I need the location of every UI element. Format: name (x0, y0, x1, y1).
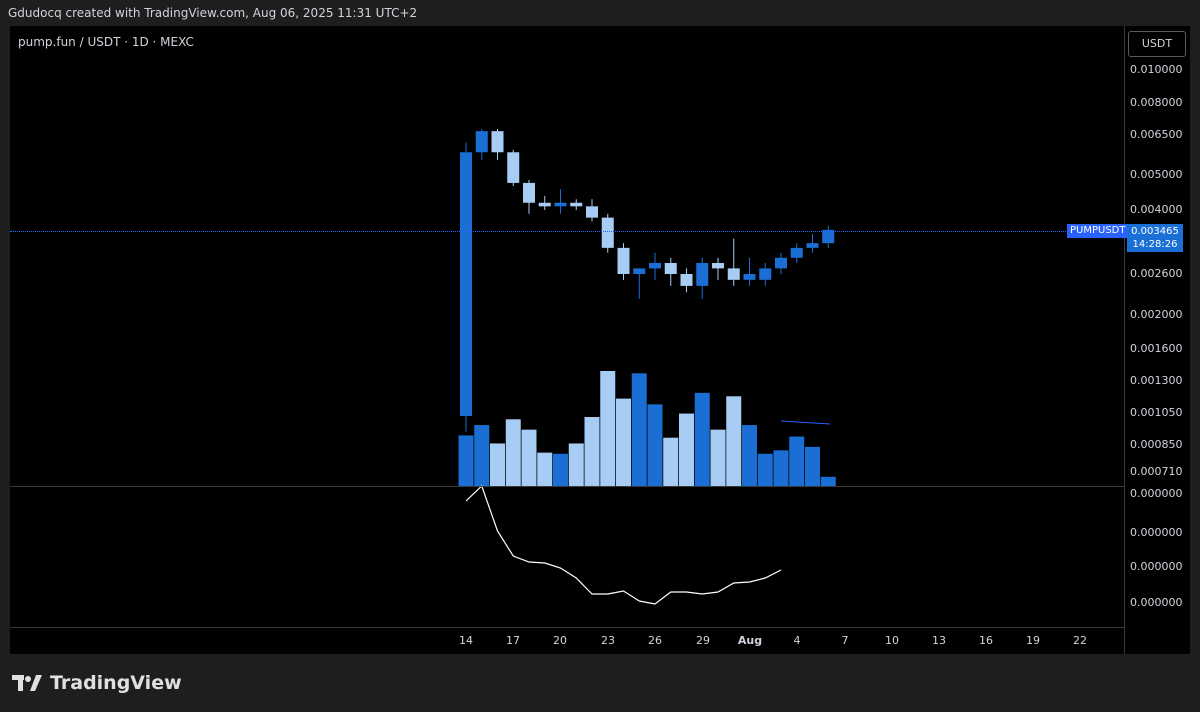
candle-body (633, 268, 646, 274)
volume-bar (458, 435, 474, 486)
tradingview-logo-icon (12, 675, 42, 691)
volume-bar (537, 452, 553, 486)
candle-body (617, 247, 630, 274)
price-tick-label: 0.004000 (1130, 203, 1183, 216)
last-price-value: 0.003465 (1131, 226, 1179, 237)
tradingview-logo[interactable]: TradingView (12, 672, 182, 694)
candle-body (712, 262, 724, 269)
volume-bar (820, 476, 836, 486)
time-tick-label: 20 (553, 634, 567, 647)
price-tick-label: 0.002600 (1130, 267, 1183, 280)
candle-body (806, 243, 819, 248)
time-tick-label: 14 (459, 634, 473, 647)
volume-bar (773, 450, 789, 486)
oscillator-tick-label: 0.000000 (1130, 487, 1183, 500)
time-tick-label: 17 (506, 634, 520, 647)
price-tick-label: 0.000710 (1130, 465, 1183, 478)
candle-body (601, 217, 614, 248)
last-price-line (10, 231, 1124, 232)
price-tick-label: 0.005000 (1130, 168, 1183, 181)
price-tick-label: 0.001600 (1130, 342, 1183, 355)
time-tick-label: 19 (1026, 634, 1040, 647)
candle-body (507, 152, 520, 183)
time-tick-label: 7 (841, 634, 849, 647)
price-tick-label: 0.002000 (1130, 308, 1183, 321)
time-tick-label: 13 (932, 634, 946, 647)
price-tick-label: 0.008000 (1130, 96, 1183, 109)
tradingview-wordmark: TradingView (50, 672, 182, 694)
volume-bar (553, 453, 568, 486)
currency-button[interactable]: USDT (1128, 31, 1186, 57)
price-tick-label: 0.006500 (1130, 128, 1183, 141)
candle-body (586, 206, 598, 218)
candle-body (680, 274, 693, 286)
volume-ma-line (780, 420, 831, 425)
candle-body (570, 202, 583, 207)
oscillator-tick-label: 0.000000 (1130, 560, 1183, 573)
candle-body (664, 262, 677, 274)
volume-bar (568, 443, 584, 486)
time-tick-label: 23 (601, 634, 615, 647)
candle-body (727, 268, 740, 280)
candle-body (460, 152, 472, 416)
price-axis-divider (1124, 26, 1125, 654)
candle-body (523, 182, 535, 203)
volume-bar (742, 425, 757, 486)
price-tick-label: 0.010000 (1130, 63, 1183, 76)
volume-bar (694, 392, 710, 486)
volume-bar (505, 419, 521, 486)
candle-body (696, 262, 709, 286)
chart-canvas[interactable] (10, 26, 1124, 654)
candle-body (475, 131, 488, 153)
candle-body (538, 202, 551, 207)
volume-bar (600, 371, 616, 486)
candle-body (743, 274, 756, 280)
symbol-label[interactable]: pump.fun / USDT · 1D · MEXC (18, 35, 194, 49)
volume-bar (789, 436, 805, 486)
price-tick-label: 0.000850 (1130, 438, 1183, 451)
symbol-price-tag: PUMPUSDT (1067, 224, 1129, 238)
time-tick-label: 29 (696, 634, 710, 647)
volume-bar (631, 373, 647, 486)
time-tick-label: 22 (1073, 634, 1087, 647)
volume-bar (726, 396, 742, 486)
oscillator-tick-label: 0.000000 (1130, 596, 1183, 609)
time-tick-label: Aug (737, 634, 763, 647)
volume-bar (663, 437, 679, 486)
oscillator-line (465, 484, 782, 605)
candle-body (554, 202, 567, 207)
volume-bar (710, 429, 726, 486)
volume-bar (616, 398, 631, 486)
volume-bar (805, 446, 820, 486)
volume-bar (521, 429, 537, 486)
volume-bar (474, 425, 490, 486)
chart-area[interactable]: pump.fun / USDT · 1D · MEXC USDT 0.01000… (10, 26, 1190, 654)
candle-body (759, 268, 772, 280)
candle-body (775, 257, 787, 269)
last-price-tag: 0.003465 14:28:26 (1127, 224, 1183, 252)
price-tick-label: 0.001050 (1130, 406, 1183, 419)
volume-bar (647, 404, 663, 486)
time-axis-divider (10, 627, 1124, 628)
time-tick-label: 16 (979, 634, 993, 647)
time-tick-label: 26 (648, 634, 662, 647)
pane-divider[interactable] (10, 486, 1124, 487)
price-tick-label: 0.001300 (1130, 374, 1183, 387)
candle-body (790, 247, 803, 258)
time-tick-label: 4 (793, 634, 801, 647)
bar-countdown: 14:28:26 (1132, 239, 1178, 250)
time-tick-label: 10 (885, 634, 899, 647)
volume-bar (584, 417, 600, 486)
candle-body (491, 131, 504, 153)
volume-bar (490, 443, 505, 486)
candle-body (649, 262, 661, 269)
oscillator-tick-label: 0.000000 (1130, 526, 1183, 539)
chart-header: Gdudocq created with TradingView.com, Au… (8, 6, 418, 20)
volume-bar (679, 413, 694, 486)
volume-bar (757, 453, 773, 486)
